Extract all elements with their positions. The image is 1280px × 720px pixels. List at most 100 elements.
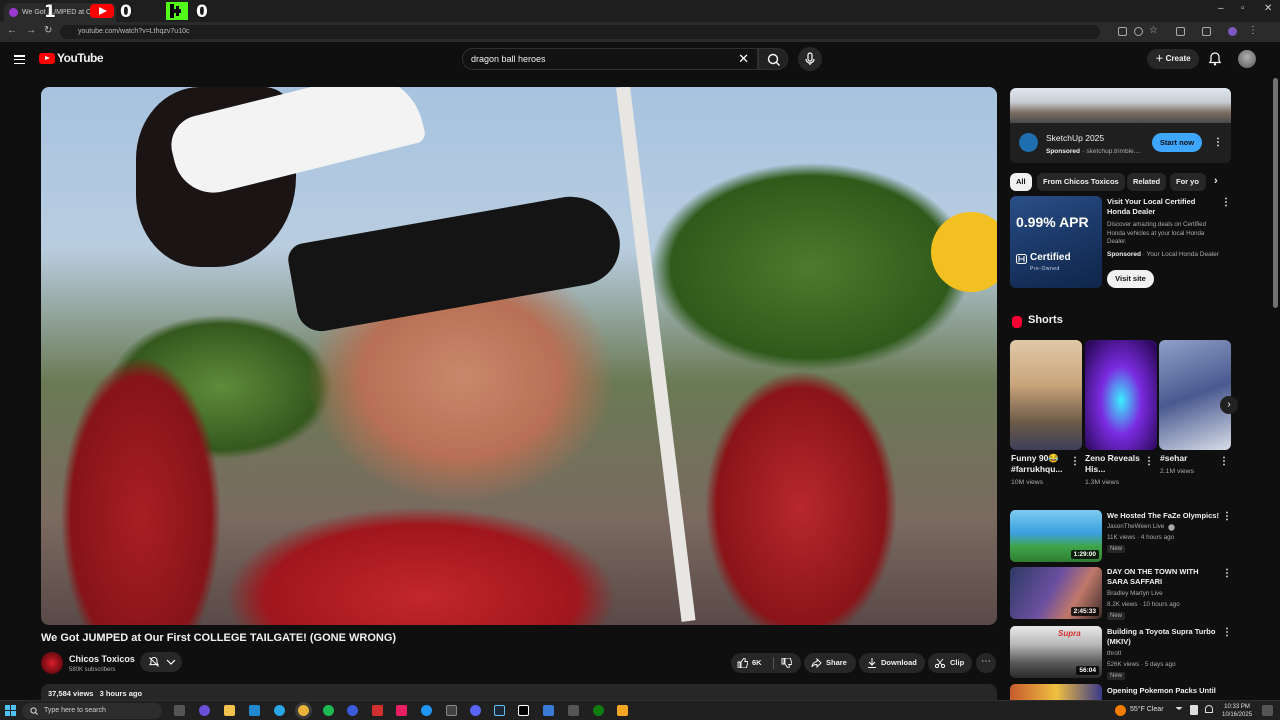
app-icon[interactable] — [617, 705, 628, 716]
xbox-icon[interactable] — [593, 705, 604, 716]
notifications-bell-icon[interactable] — [1207, 51, 1223, 67]
video-menu-icon[interactable]: ⋮ — [1222, 568, 1232, 579]
zoom-icon[interactable] — [1134, 27, 1143, 36]
video-title-link[interactable]: DAY ON THE TOWN WITH SARA SAFFARI — [1107, 567, 1219, 587]
app-icon[interactable] — [372, 705, 383, 716]
app-icon[interactable] — [568, 705, 579, 716]
video-title-link[interactable]: Building a Toyota Supra Turbo (MKIV) — [1107, 627, 1219, 647]
publish-time: 3 hours ago — [99, 689, 143, 698]
video-thumbnail[interactable]: 2:45:33 — [1010, 567, 1102, 619]
honda-ad-menu-icon[interactable]: ⋮ — [1221, 197, 1231, 208]
short-menu-icon[interactable]: ⋮ — [1219, 456, 1229, 467]
file-explorer-icon[interactable] — [224, 705, 235, 716]
chip-for-you[interactable]: For yo — [1170, 173, 1206, 191]
chip-all[interactable]: All — [1010, 173, 1032, 191]
video-channel[interactable]: Bradley Martyn Live — [1107, 590, 1163, 597]
account-avatar[interactable] — [1238, 50, 1256, 68]
video-channel[interactable]: JasonTheWeen Live — [1107, 523, 1164, 530]
app-icon[interactable] — [543, 705, 554, 716]
ad-menu-icon[interactable]: ⋮ — [1213, 137, 1223, 148]
like-count[interactable]: 6K — [752, 653, 762, 673]
youtube-logo-text[interactable]: YouTube — [57, 51, 104, 65]
back-icon[interactable]: ← — [7, 25, 17, 36]
short-title[interactable]: Zeno Reveals His... — [1085, 453, 1145, 475]
search-button[interactable] — [758, 48, 788, 70]
search-input[interactable]: dragon ball heroes ✕ — [462, 48, 758, 70]
clear-search-icon[interactable]: ✕ — [738, 51, 749, 67]
create-button[interactable]: ＋ Create — [1147, 49, 1199, 69]
video-thumbnail[interactable] — [1010, 684, 1102, 700]
close-window-icon[interactable]: ✕ — [1264, 3, 1272, 14]
url-field[interactable]: youtube.com/watch?v=Lthqzv7u10c — [60, 25, 1100, 39]
like-icon[interactable] — [737, 658, 748, 668]
chip-from-channel[interactable]: From Chicos Toxicos — [1037, 173, 1125, 191]
voice-search-button[interactable] — [798, 47, 822, 71]
discord-icon[interactable] — [470, 705, 481, 716]
tiktok-icon[interactable] — [396, 705, 407, 716]
honda-ad-image[interactable]: 0.99% APR Certified Pre-Owned — [1010, 196, 1102, 288]
short-thumbnail[interactable] — [1159, 340, 1231, 450]
chrome-icon[interactable] — [298, 705, 309, 716]
forward-icon[interactable]: → — [26, 25, 36, 36]
minimize-icon[interactable]: – — [1218, 3, 1224, 14]
reload-icon[interactable]: ↻ — [44, 25, 52, 36]
task-view-icon[interactable] — [174, 705, 185, 716]
store-icon[interactable] — [249, 705, 260, 716]
browser-menu-icon[interactable]: ⋮ — [1248, 25, 1258, 36]
video-player[interactable] — [41, 87, 997, 625]
youtube-logo-icon[interactable] — [39, 53, 55, 64]
edge-icon[interactable] — [274, 705, 285, 716]
tray-chevron-icon[interactable] — [1175, 707, 1183, 715]
dislike-icon[interactable] — [781, 658, 792, 668]
app-icon[interactable] — [446, 705, 457, 716]
app-icon[interactable] — [347, 705, 358, 716]
windows-start-icon[interactable] — [5, 705, 16, 716]
weather-text[interactable]: 55°F Clear — [1130, 706, 1164, 713]
video-channel[interactable]: throtl — [1107, 650, 1121, 657]
short-title[interactable]: Funny 90😂 #farrukhqu... — [1011, 453, 1071, 475]
page-scrollbar[interactable] — [1273, 78, 1278, 308]
channel-name[interactable]: Chicos Toxicos — [69, 654, 135, 664]
notification-center-icon[interactable] — [1262, 705, 1273, 716]
short-menu-icon[interactable]: ⋮ — [1144, 456, 1154, 467]
copilot-icon[interactable] — [199, 705, 210, 716]
kick-app-icon[interactable] — [518, 705, 529, 716]
app-icon[interactable] — [421, 705, 432, 716]
cast-icon[interactable] — [1118, 27, 1127, 36]
download-button[interactable]: Download — [859, 653, 925, 673]
clip-button[interactable]: Clip — [928, 653, 972, 673]
short-menu-icon[interactable]: ⋮ — [1070, 456, 1080, 467]
video-menu-icon[interactable]: ⋮ — [1222, 627, 1232, 638]
spotify-icon[interactable] — [323, 705, 334, 716]
video-title-link[interactable]: We Hosted The FaZe Olympics! — [1107, 511, 1219, 521]
video-thumbnail[interactable]: 1:29:00 — [1010, 510, 1102, 562]
video-title-link[interactable]: Opening Pokemon Packs Until I — [1107, 686, 1219, 696]
chips-next-chevron-icon[interactable]: › — [1214, 175, 1218, 187]
wifi-icon[interactable] — [1205, 705, 1213, 713]
bookmark-star-icon[interactable]: ☆ — [1149, 25, 1158, 36]
share-button[interactable]: Share — [804, 653, 856, 673]
battery-icon[interactable] — [1190, 705, 1198, 715]
shorts-next-icon[interactable]: › — [1220, 396, 1238, 414]
steam-icon[interactable] — [494, 705, 505, 716]
visit-site-button[interactable]: Visit site — [1107, 270, 1154, 288]
honda-ad-title[interactable]: Visit Your Local Certified Honda Dealer — [1107, 197, 1217, 217]
short-title[interactable]: #sehar — [1160, 453, 1220, 464]
profile-icon[interactable] — [1228, 27, 1237, 36]
video-thumbnail[interactable]: Supra 56:04 — [1010, 626, 1102, 678]
taskbar-search-input[interactable]: Type here to search — [22, 703, 162, 719]
extensions-icon[interactable] — [1176, 27, 1185, 36]
more-actions-button[interactable]: ⋯ — [976, 653, 996, 673]
channel-avatar[interactable] — [41, 652, 63, 674]
taskbar-clock[interactable]: 10:33 PM 10/16/2025 — [1222, 703, 1252, 719]
subscription-bell-button[interactable] — [140, 652, 182, 672]
menu-icon[interactable] — [14, 53, 25, 66]
sketchup-ad-banner[interactable] — [1010, 88, 1231, 123]
start-now-button[interactable]: Start now — [1152, 133, 1202, 152]
sidebar-toggle-icon[interactable] — [1202, 27, 1211, 36]
short-thumbnail[interactable] — [1010, 340, 1082, 450]
chip-related[interactable]: Related — [1127, 173, 1167, 191]
video-menu-icon[interactable]: ⋮ — [1222, 511, 1232, 522]
short-thumbnail[interactable] — [1085, 340, 1157, 450]
maximize-icon[interactable]: ▫ — [1241, 3, 1245, 14]
